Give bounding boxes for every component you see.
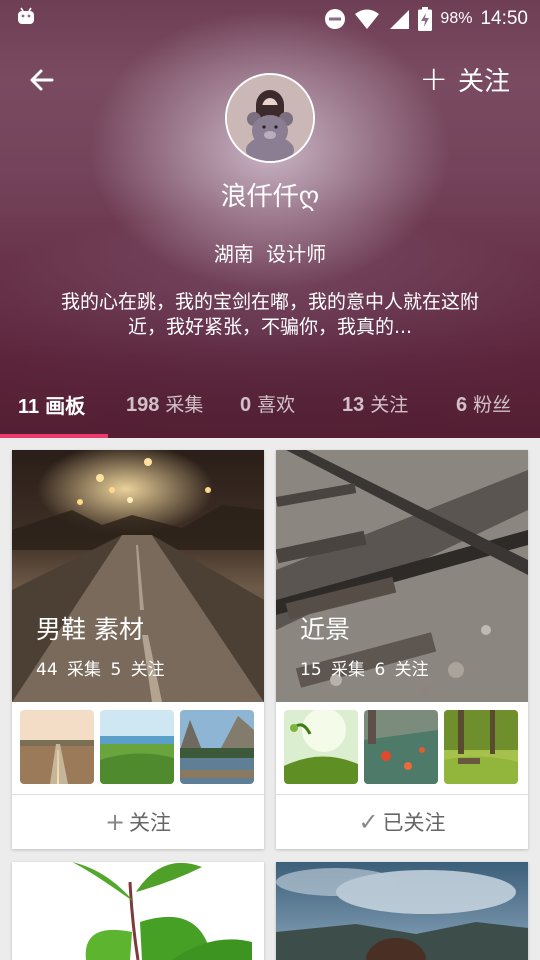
- board-follow-button[interactable]: + 关注: [12, 795, 264, 849]
- profile-bio: 我的心在跳，我的宝剑在嘟，我的意中人就在这附近，我好紧张，不骗你，我真的...: [60, 291, 479, 338]
- battery-percent: 98%: [440, 10, 473, 27]
- board-cover[interactable]: [276, 862, 528, 960]
- board-thumbnail[interactable]: [364, 710, 438, 784]
- tab-indicator: [0, 434, 108, 438]
- avatar-image: [227, 75, 313, 161]
- plus-icon: +: [104, 808, 126, 836]
- tab-followers[interactable]: 6 粉丝: [456, 390, 511, 417]
- board-thumbnail[interactable]: [284, 710, 358, 784]
- board-card[interactable]: [276, 862, 528, 960]
- profile-location: 湖南 设计师: [213, 242, 327, 266]
- board-card[interactable]: 近景 15 采集 6 关注 ✓ 已关注: [276, 450, 528, 849]
- signal-icon: [390, 10, 410, 29]
- follow-button-label: 关注: [457, 66, 510, 97]
- board-thumbnail[interactable]: [20, 710, 94, 784]
- tab-boards[interactable]: 11 画板: [18, 390, 85, 419]
- board-followed-label: 已关注: [382, 811, 446, 835]
- tab-pins[interactable]: 198 采集: [126, 390, 203, 417]
- board-stats: 15 采集 6 关注: [300, 660, 429, 680]
- tab-following[interactable]: 13 关注: [342, 390, 408, 417]
- board-unfollow-button[interactable]: ✓ 已关注: [276, 795, 528, 849]
- profile-tabs: 11 画板 198 采集 0 喜欢 13 关注 6 粉丝: [0, 382, 540, 438]
- board-thumbnail[interactable]: [444, 710, 518, 784]
- board-card[interactable]: 男鞋 素材 44 采集 5 关注 + 关注: [12, 450, 264, 849]
- profile-name: 浪仟仟ღ: [220, 182, 320, 212]
- board-thumbnail[interactable]: [100, 710, 174, 784]
- tab-likes[interactable]: 0 喜欢: [240, 390, 295, 417]
- arrow-left-icon[interactable]: [22, 60, 62, 100]
- follow-button[interactable]: + 关注: [419, 58, 510, 100]
- board-thumbnail[interactable]: [180, 710, 254, 784]
- board-follow-label: 关注: [129, 811, 172, 835]
- plus-icon: +: [419, 59, 448, 99]
- status-bar: 98% 14:50: [0, 0, 540, 38]
- board-title: 男鞋 素材: [36, 615, 144, 644]
- wifi-icon: [355, 9, 380, 29]
- avatar[interactable]: [225, 73, 315, 163]
- android-icon: [18, 7, 34, 24]
- board-thumbnails: [20, 710, 256, 784]
- board-thumbnails: [284, 710, 520, 784]
- do-not-disturb-icon: [325, 9, 346, 29]
- board-cover-image: [276, 862, 528, 960]
- board-cover[interactable]: [12, 862, 264, 960]
- battery-charging-icon: [418, 7, 433, 31]
- status-clock: 14:50: [480, 8, 528, 29]
- board-cover-image: [12, 862, 264, 960]
- check-icon: ✓: [358, 808, 379, 836]
- board-title: 近景: [300, 615, 351, 644]
- board-card[interactable]: [12, 862, 264, 960]
- board-stats: 44 采集 5 关注: [36, 660, 165, 680]
- profile-header: 98% 14:50 + 关注 浪仟仟ღ 湖南 设计师 我的心在跳，我的宝剑在嘟，…: [0, 0, 540, 438]
